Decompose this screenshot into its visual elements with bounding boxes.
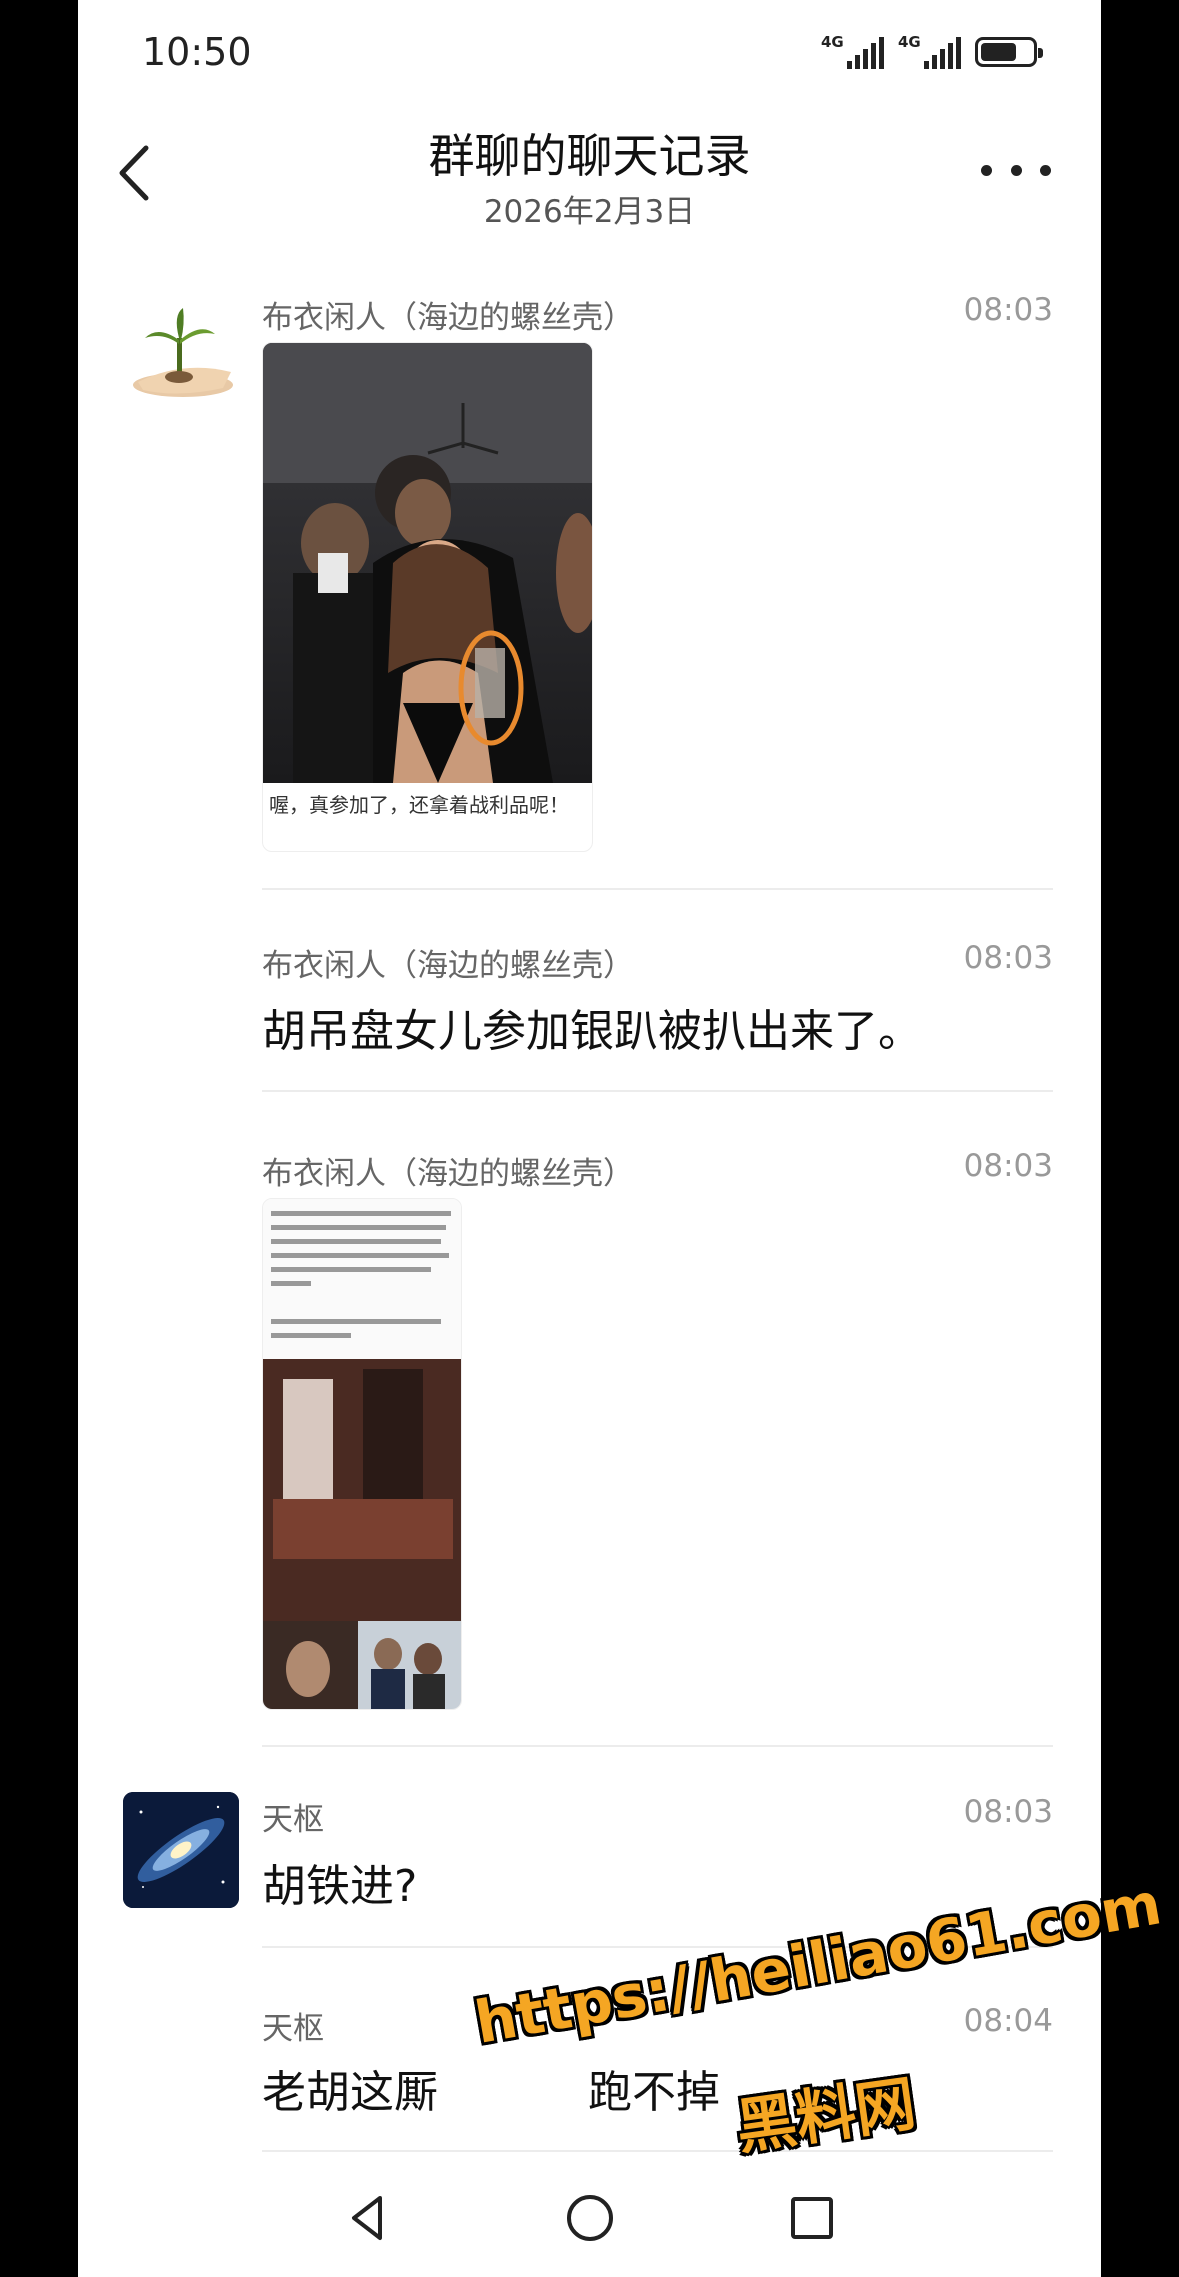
network-type-label-2: 4G <box>898 33 921 51</box>
party-photo-image <box>263 343 592 783</box>
message-divider <box>262 2150 1053 2152</box>
message-time: 08:03 <box>963 1794 1053 1830</box>
nav-home-button[interactable] <box>560 2188 620 2248</box>
message-text: 胡铁进? <box>262 1861 418 1912</box>
message-text: 老胡这厮 跑不掉 <box>262 2056 720 2120</box>
battery-icon <box>975 37 1043 67</box>
avatar[interactable] <box>123 1792 239 1908</box>
image-message[interactable]: 喔，真参加了，还拿着战利品呢！ <box>262 342 593 852</box>
page-title: 群聊的聊天记录 <box>428 129 751 183</box>
message-time: 08:03 <box>963 940 1053 976</box>
more-options-button[interactable] <box>981 150 1051 190</box>
message-text-end: 跑不掉 <box>588 2067 720 2118</box>
image-caption: 喔，真参加了，还拿着战利品呢！ <box>269 793 569 817</box>
status-bar: 10:50 4G 4G <box>78 0 1101 110</box>
system-navigation-bar <box>78 2160 1101 2277</box>
sender-name: 布衣闲人（海边的螺丝壳） <box>262 1156 634 1192</box>
message-text-start: 老胡这厮 <box>262 2067 438 2118</box>
message-divider <box>262 1745 1053 1747</box>
plant-hand-avatar-icon <box>133 308 233 397</box>
more-dot <box>1010 164 1022 176</box>
sender-name: 天枢 <box>262 1802 324 1838</box>
triangle-back-icon <box>352 2196 382 2240</box>
message-time: 08:04 <box>963 2003 1053 2039</box>
status-time: 10:50 <box>142 30 252 74</box>
avatar[interactable] <box>123 290 239 406</box>
signal-icon-2: 4G <box>898 33 961 69</box>
sender-name: 布衣闲人（海边的螺丝壳） <box>262 300 634 336</box>
circle-home-icon <box>567 2195 613 2241</box>
message-divider <box>262 1090 1053 1092</box>
message-text: 胡吊盘女儿参加银趴被扒出来了。 <box>262 1006 922 1057</box>
signal-icon: 4G <box>821 33 884 69</box>
screenshot-collage-image <box>263 1199 461 1709</box>
message-time: 08:03 <box>963 1148 1053 1184</box>
galaxy-avatar-icon <box>123 1792 239 1908</box>
image-message[interactable] <box>262 1198 462 1710</box>
network-type-label: 4G <box>821 33 844 51</box>
more-dot <box>1040 164 1051 176</box>
page-subtitle-date: 2026年2月3日 <box>483 194 696 230</box>
message-divider <box>262 888 1053 890</box>
sender-name: 天枢 <box>262 2011 324 2047</box>
message-time: 08:03 <box>963 292 1053 328</box>
chat-history-header: 群聊的聊天记录 2026年2月3日 <box>78 110 1101 250</box>
left-black-margin <box>0 0 78 2277</box>
sender-name: 布衣闲人（海边的螺丝壳） <box>262 948 634 984</box>
square-recents-icon <box>791 2197 833 2239</box>
status-icons: 4G 4G <box>821 30 1043 74</box>
more-dots-icon <box>981 164 992 176</box>
nav-back-button[interactable] <box>338 2188 398 2248</box>
nav-recents-button[interactable] <box>782 2188 842 2248</box>
